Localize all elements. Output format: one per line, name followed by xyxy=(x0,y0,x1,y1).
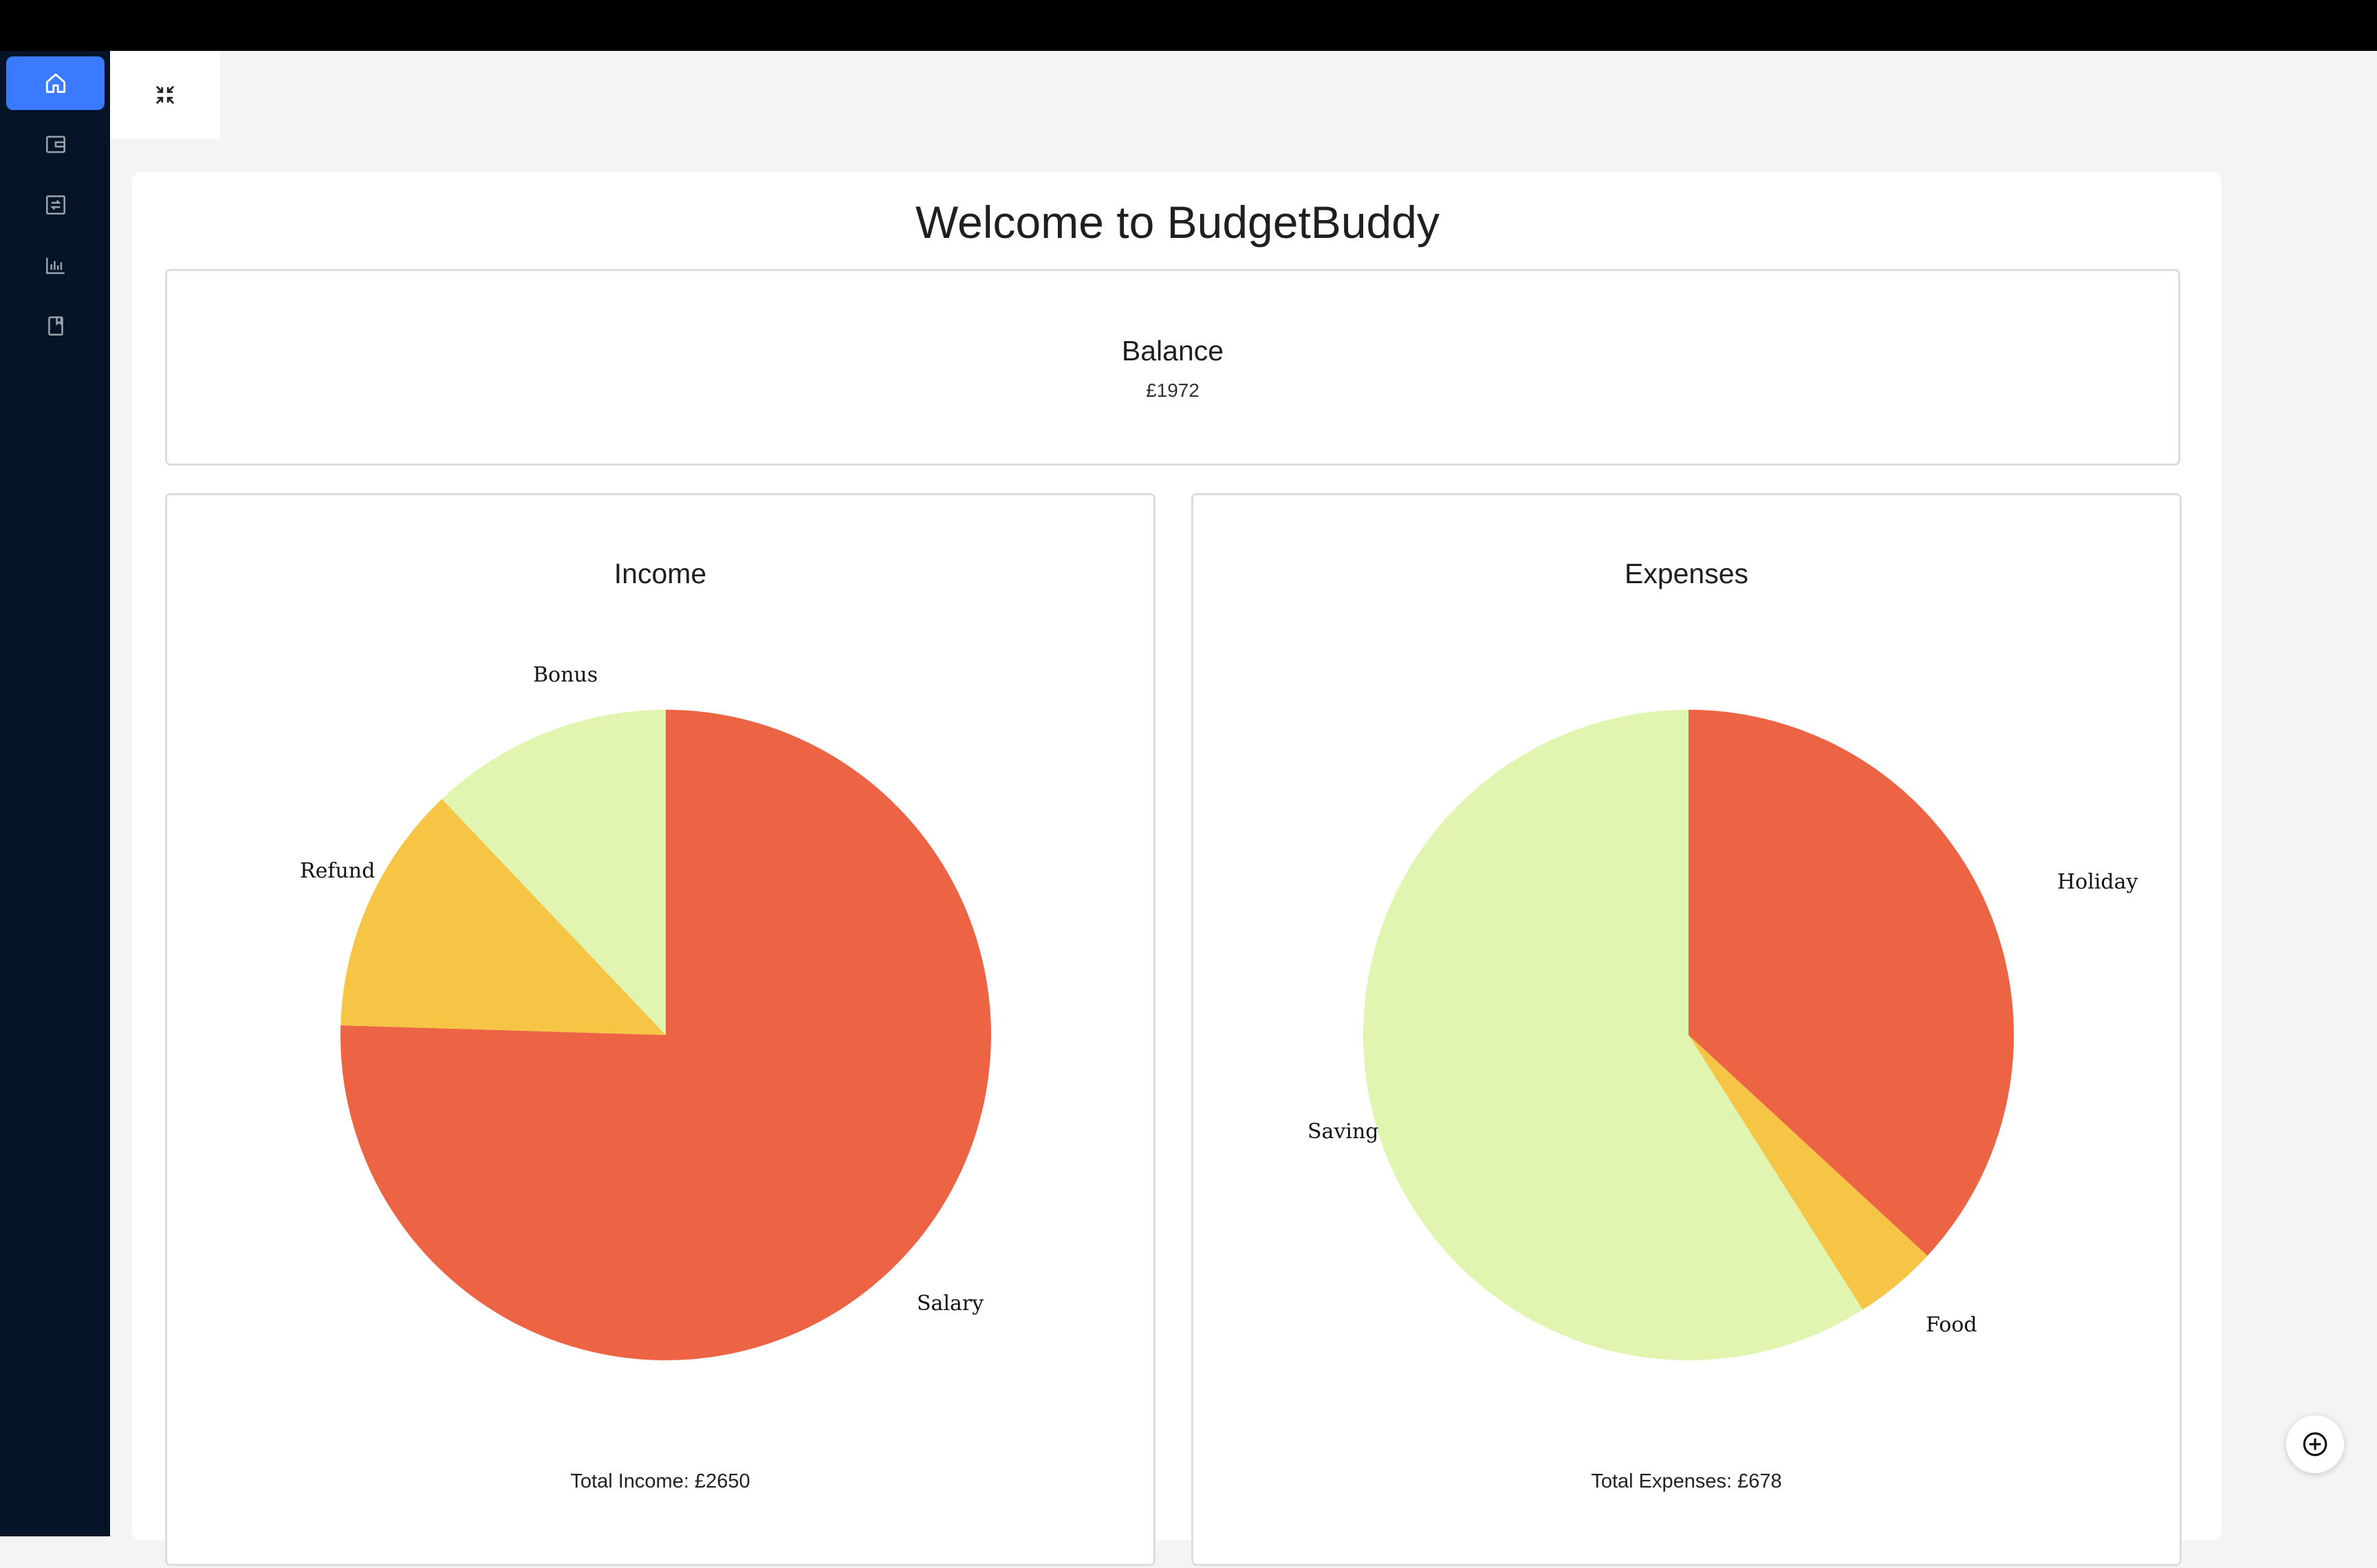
slice-label-saving: Saving xyxy=(1307,1120,1379,1144)
slice-label-food: Food xyxy=(1926,1313,1977,1337)
slice-label-bonus: Bonus xyxy=(533,663,598,687)
balance-panel: Balance £1972 xyxy=(165,269,2180,466)
wallet-icon xyxy=(45,135,65,153)
income-total: Total Income: £2650 xyxy=(570,1470,750,1492)
sidebar-item-reports[interactable] xyxy=(6,239,105,292)
add-transaction-button[interactable] xyxy=(2286,1415,2344,1473)
balance-value: £1972 xyxy=(1146,380,1200,401)
slice-label-salary: Salary xyxy=(917,1292,984,1316)
sidebar-item-home[interactable] xyxy=(6,56,105,110)
sidebar xyxy=(0,51,110,1536)
sidebar-item-notes[interactable] xyxy=(6,299,105,353)
balance-title: Balance xyxy=(1121,335,1224,367)
top-bar xyxy=(0,0,2377,51)
home-icon xyxy=(45,73,65,94)
expenses-panel: Expenses Holiday Food Saving Total Expense… xyxy=(1191,493,2182,1566)
slice-label-holiday: Holiday xyxy=(2057,870,2138,894)
book-icon xyxy=(47,316,63,336)
page-title: Welcome to BudgetBuddy xyxy=(915,197,1440,248)
sidebar-item-wallet[interactable] xyxy=(6,118,105,171)
collapse-sidebar-button[interactable] xyxy=(110,51,220,139)
slice-label-refund: Refund xyxy=(300,859,375,883)
income-panel: Income Salary Refund Bonus Total Income: £… xyxy=(165,493,1155,1566)
plus-circle-icon xyxy=(2303,1432,2327,1457)
collapse-icon xyxy=(156,86,174,104)
bar-chart-icon xyxy=(45,257,65,274)
expenses-total: Total Expenses: £678 xyxy=(1591,1470,1782,1492)
expenses-pie-chart: Holiday Food Saving xyxy=(1307,710,2138,1361)
income-pie-chart: Salary Refund Bonus xyxy=(300,663,992,1360)
